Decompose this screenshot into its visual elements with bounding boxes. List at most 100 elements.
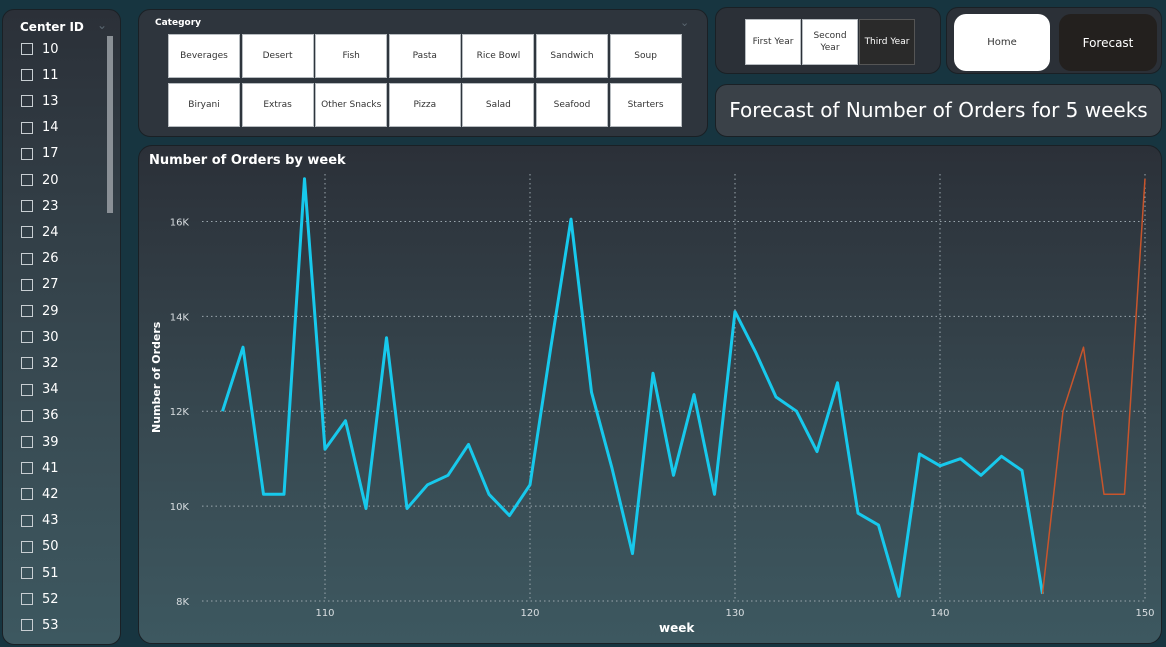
center-id-label: 10 xyxy=(42,41,59,57)
x-tick-label: 110 xyxy=(315,608,334,619)
page-title-card: Forecast of Number of Orders for 5 weeks xyxy=(715,84,1162,137)
center-id-option[interactable]: 50 xyxy=(21,536,59,558)
center-id-option[interactable]: 27 xyxy=(21,274,59,296)
chart-title: Number of Orders by week xyxy=(149,153,346,168)
checkbox[interactable] xyxy=(21,278,33,291)
checkbox[interactable] xyxy=(21,331,33,344)
center-id-label: 52 xyxy=(42,591,59,607)
center-id-option[interactable]: 11 xyxy=(21,64,59,86)
center-id-label: 32 xyxy=(42,355,59,371)
checkbox[interactable] xyxy=(21,383,33,396)
checkbox[interactable] xyxy=(21,226,33,239)
center-id-label: 36 xyxy=(42,408,59,424)
center-id-option[interactable]: 29 xyxy=(21,300,59,322)
category-tile[interactable]: Pizza xyxy=(388,83,461,127)
category-tile[interactable]: Soup xyxy=(609,34,682,78)
category-tile[interactable]: Starters xyxy=(609,83,682,127)
checkbox[interactable] xyxy=(21,69,33,82)
center-id-label: 29 xyxy=(42,303,59,319)
checkbox[interactable] xyxy=(21,488,33,501)
x-tick-label: 150 xyxy=(1135,608,1154,619)
center-id-label: 39 xyxy=(42,434,59,450)
y-axis-label: Number of Orders xyxy=(150,321,163,433)
category-tile[interactable]: Seafood xyxy=(536,83,608,127)
checkbox[interactable] xyxy=(21,95,33,108)
center-id-label: 34 xyxy=(42,382,59,398)
y-tick-label: 8K xyxy=(176,597,189,608)
center-id-option[interactable]: 39 xyxy=(21,431,59,453)
center-id-label: 50 xyxy=(42,539,59,555)
category-tile[interactable]: Pasta xyxy=(388,34,461,78)
center-id-option[interactable]: 34 xyxy=(21,379,59,401)
category-tile[interactable]: Beverages xyxy=(168,34,240,78)
checkbox[interactable] xyxy=(21,357,33,370)
center-id-option[interactable]: 30 xyxy=(21,326,59,348)
center-id-option[interactable]: 17 xyxy=(21,143,59,165)
center-id-title: Center ID xyxy=(20,20,84,34)
year-button[interactable]: First Year xyxy=(745,19,801,65)
center-id-option[interactable]: 43 xyxy=(21,510,59,532)
category-tile[interactable]: Fish xyxy=(315,34,388,78)
checkbox[interactable] xyxy=(21,305,33,317)
y-tick-label: 10K xyxy=(170,502,190,513)
center-id-label: 11 xyxy=(42,67,59,83)
center-id-label: 20 xyxy=(42,172,59,188)
checkbox[interactable] xyxy=(21,147,33,160)
checkbox[interactable] xyxy=(21,252,33,265)
x-tick-label: 120 xyxy=(520,608,539,619)
category-tile[interactable]: Salad xyxy=(462,83,535,127)
center-id-option[interactable]: 13 xyxy=(21,90,59,112)
x-tick-label: 140 xyxy=(930,608,949,619)
home-button[interactable]: Home xyxy=(954,14,1050,71)
orders-line-chart: 8K 10K 12K 14K 16K 110 120 130 140 150 Number of … xyxy=(138,145,1162,644)
category-tile[interactable]: Extras xyxy=(241,83,314,127)
center-id-option[interactable]: 51 xyxy=(21,562,59,584)
category-tile[interactable]: Sandwich xyxy=(536,34,608,78)
scrollbar-thumb[interactable] xyxy=(107,36,113,213)
checkbox[interactable] xyxy=(21,174,33,186)
checkbox[interactable] xyxy=(21,409,33,422)
center-id-option[interactable]: 14 xyxy=(21,117,59,139)
center-id-option[interactable]: 36 xyxy=(21,405,59,427)
center-id-label: 26 xyxy=(42,251,59,267)
chevron-down-icon[interactable]: ⌄ xyxy=(680,16,689,29)
category-tile[interactable]: Other Snacks xyxy=(315,83,388,127)
checkbox[interactable] xyxy=(21,514,33,527)
checkbox[interactable] xyxy=(21,567,33,579)
chevron-down-icon[interactable]: ⌄ xyxy=(97,18,107,32)
checkbox[interactable] xyxy=(21,540,33,553)
center-id-slicer: Center ID ⌄ 10 11 13 14 17 20 23 24 26 27 29 30 32 34… xyxy=(2,9,121,645)
checkbox[interactable] xyxy=(21,619,33,632)
center-id-option[interactable]: 20 xyxy=(21,169,59,191)
series-line-actual xyxy=(221,177,1044,598)
category-tile[interactable]: Desert xyxy=(241,34,314,78)
center-id-label: 17 xyxy=(42,146,59,162)
center-id-label: 41 xyxy=(42,460,59,476)
center-id-label: 14 xyxy=(42,120,59,136)
center-id-option[interactable]: 23 xyxy=(21,195,59,217)
checkbox[interactable] xyxy=(21,593,33,606)
checkbox[interactable] xyxy=(21,200,33,213)
center-id-option[interactable]: 32 xyxy=(21,352,59,374)
center-id-option[interactable]: 53 xyxy=(21,614,59,636)
category-tile[interactable]: Rice Bowl xyxy=(462,34,535,78)
checkbox[interactable] xyxy=(21,462,33,475)
y-tick-label: 16K xyxy=(170,217,190,228)
center-id-option[interactable]: 42 xyxy=(21,483,59,505)
center-id-label: 53 xyxy=(42,617,59,633)
forecast-button[interactable]: Forecast xyxy=(1059,14,1157,71)
checkbox[interactable] xyxy=(21,43,33,55)
year-button[interactable]: Second Year xyxy=(802,19,858,65)
center-id-option[interactable]: 41 xyxy=(21,457,59,479)
center-id-option[interactable]: 26 xyxy=(21,248,59,270)
center-id-option[interactable]: 52 xyxy=(21,588,59,610)
center-id-option[interactable]: 10 xyxy=(21,38,59,60)
center-id-option[interactable]: 24 xyxy=(21,221,59,243)
checkbox[interactable] xyxy=(21,436,33,448)
category-tile[interactable]: Biryani xyxy=(168,83,240,127)
y-tick-label: 12K xyxy=(170,407,190,418)
page-navigation: Home Forecast xyxy=(946,7,1162,74)
checkbox[interactable] xyxy=(21,121,33,134)
page-title: Forecast of Number of Orders for 5 weeks xyxy=(729,98,1148,122)
year-button[interactable]: Third Year xyxy=(859,19,915,65)
